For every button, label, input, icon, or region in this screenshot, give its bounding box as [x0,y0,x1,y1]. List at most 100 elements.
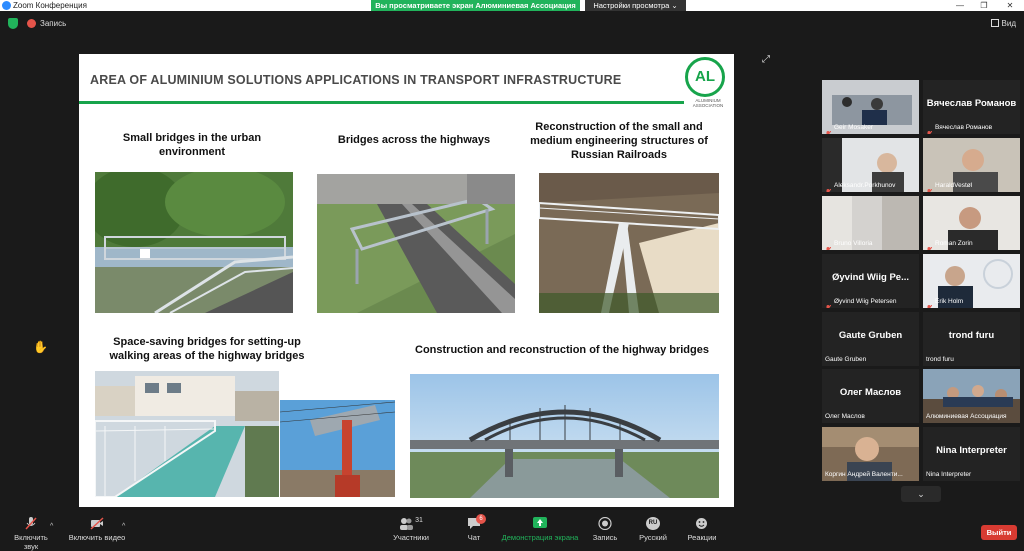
logo-letters: AL [695,68,715,85]
photo-highway-bridge [317,174,515,313]
participant-tile[interactable]: trond furu trond furu [923,312,1020,366]
participant-tile[interactable]: Коргин Андрей Валенти... [822,427,919,481]
participant-display-name: Вячеслав Романов [926,98,1017,109]
recording-icon[interactable] [27,19,36,28]
unmute-label: Включить звук [14,533,48,551]
muted-mic-icon [926,183,933,192]
caption-space-saving: Space-saving bridges for setting-up walk… [109,336,305,362]
participant-display-name: Øyvind Wiig Pe... [832,272,909,283]
aluminium-association-logo: AL [685,57,725,97]
presentation-slide: AREA OF ALUMINIUM SOLUTIONS APPLICATIONS… [79,54,734,507]
participants-label: Участники [393,533,429,542]
photo-urban-bridge [95,172,293,313]
participant-display-name: Nina Interpreter [936,445,1007,456]
record-icon [598,517,612,530]
participant-name: Вячеслав Романов [935,124,993,131]
photo-railroad-bridge [539,173,719,313]
participant-tile[interactable]: Øyvind Wiig Pe... Øyvind Wiig Petersen [822,254,919,308]
close-button[interactable]: ✕ [998,0,1022,11]
participant-name: trond furu [926,356,954,363]
title-bar: Zoom Конференция Вы просматриваете экран… [0,0,1024,11]
photo-arch-bridge [410,374,719,498]
participant-tile[interactable]: Roman Zorin [923,196,1020,250]
participant-tile[interactable]: Gaute Gruben Gaute Gruben [822,312,919,366]
participant-name: Олег Маслов [825,413,865,420]
chat-button[interactable]: 6 Чат [459,514,489,542]
security-shield-icon[interactable] [8,18,18,29]
view-button[interactable]: Вид [990,17,1016,30]
participant-tile[interactable]: Вячеслав Романов Вячеслав Романов [923,80,1020,134]
participant-name: Roman Zorin [935,240,973,247]
interpretation-globe-icon: RU [646,517,660,530]
gallery-scroll-down-button[interactable]: ⌄ [901,486,941,502]
meeting-top-strip: Запись Вид [0,11,1024,37]
share-screen-label: Демонстрация экрана [501,533,579,542]
photo-walkway [95,371,279,497]
record-button[interactable]: Запись [590,517,620,542]
participant-name: Gaute Gruben [825,356,867,363]
view-options-menu[interactable]: Настройки просмотра ⌄ [585,0,686,11]
participant-name: Nina Interpreter [926,471,972,478]
muted-mic-icon [926,125,933,134]
caption-highway-reconstruction: Construction and reconstruction of the h… [415,344,709,356]
participant-name: Øyvind Wiig Petersen [834,298,897,305]
participant-tile[interactable]: HaraldVestøl [923,138,1020,192]
muted-mic-icon [926,241,933,250]
reactions-icon [696,518,707,529]
caption-railroad-structures: Reconstruction of the small and medium e… [530,121,708,161]
leave-meeting-button[interactable]: Выйти [981,525,1017,540]
participants-icon [400,518,414,530]
fullscreen-icon[interactable]: ⤢ [762,54,770,65]
slide-divider [79,101,684,104]
participant-name: Aleksandr.Porkhunov [834,182,896,189]
share-screen-icon [533,517,547,528]
grid-icon [990,19,999,27]
muted-mic-icon [825,125,832,134]
record-label: Запись [592,533,618,542]
start-video-label: Включить видео [68,533,126,542]
zoom-window: Zoom Конференция Вы просматриваете экран… [0,0,1024,551]
hand-cursor-icon: ✋ [33,340,48,354]
unmute-button[interactable]: Включить звук [6,517,56,551]
reactions-button[interactable]: Реакции [684,517,720,542]
maximize-button[interactable]: ❐ [972,0,996,11]
muted-mic-icon [825,299,832,308]
view-label: Вид [1001,19,1016,28]
share-screen-button[interactable]: Демонстрация экрана [500,517,580,542]
muted-mic-icon [825,241,832,250]
participant-name: Алюминиевая Ассоциация [926,413,1007,420]
zoom-app-icon [2,1,11,10]
muted-mic-icon [25,517,37,530]
participant-tile[interactable]: Aleksandr.Porkhunov [822,138,919,192]
participant-tile[interactable]: Erik Holm [923,254,1020,308]
recording-label[interactable]: Запись [40,17,66,30]
muted-mic-icon [926,299,933,308]
photo-crane-install [280,400,395,497]
chat-unread-badge: 6 [476,514,486,524]
participants-button[interactable]: 31 Участники [389,517,433,542]
minimize-button[interactable]: — [948,0,972,11]
video-options-caret-icon[interactable]: ^ [122,523,125,530]
participants-count: 31 [415,517,423,524]
screen-share-banner: Вы просматриваете экран Алюминиевая Ассо… [371,0,580,11]
participant-name: Коргин Андрей Валенти... [825,471,903,478]
interpretation-button[interactable]: RU Русский [636,517,670,542]
window-title: Zoom Конференция [13,1,87,10]
participant-tile[interactable]: Олег Маслов Олег Маслов [822,369,919,423]
participant-name: HaraldVestøl [935,182,973,189]
logo-caption: ALUMINIUM ASSOCIATION [692,98,724,108]
participant-tile[interactable]: Geir Mosaker [822,80,919,134]
view-options-label: Настройки просмотра [593,1,670,10]
participant-name: Erik Holm [935,298,964,305]
start-video-button[interactable]: Включить видео [66,517,128,542]
participant-tile[interactable]: Bruno Villoria [822,196,919,250]
active-speaker-tile[interactable]: Алюминиевая Ассоциация [923,369,1020,423]
chat-label: Чат [467,533,481,542]
slide-title: AREA OF ALUMINIUM SOLUTIONS APPLICATIONS… [90,73,622,87]
participant-name: Geir Mosaker [834,124,874,131]
audio-options-caret-icon[interactable]: ^ [50,523,53,530]
meeting-toolbar: Включить звук ^ Включить видео ^ 31 Учас… [0,513,1024,551]
interpretation-label: Русский [639,533,667,542]
muted-mic-icon [825,183,832,192]
participant-tile[interactable]: Nina Interpreter Nina Interpreter [923,427,1020,481]
